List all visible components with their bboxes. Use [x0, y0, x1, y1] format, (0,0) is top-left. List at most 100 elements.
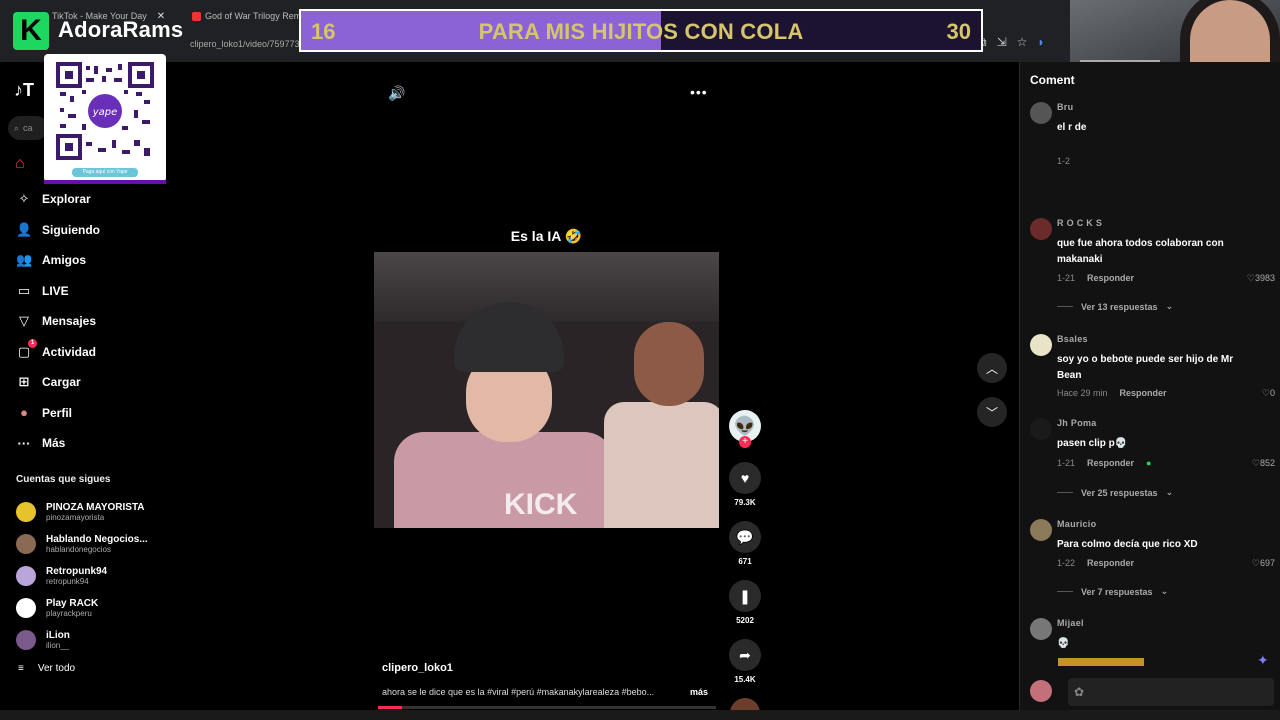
following-item[interactable]: Play RACK playrackperu	[16, 592, 148, 624]
home-icon[interactable]: ⌂	[15, 155, 33, 173]
tab-god-of-war[interactable]: God of War Trilogy Remak	[192, 6, 311, 26]
sidebar-item-explorar[interactable]: ✧ Explorar	[16, 184, 100, 215]
comment-user[interactable]: Bru	[1057, 102, 1073, 112]
comment-gif-thumbnail[interactable]	[1058, 658, 1144, 666]
sparkle-icon: ✦	[1257, 652, 1269, 668]
streamer-logo: K	[13, 12, 49, 50]
more-icon: ···	[17, 435, 31, 451]
video-player[interactable]: KICK	[374, 252, 719, 528]
comment-item: Mauricio Para colmo decía que rico XD 1-…	[1030, 519, 1275, 603]
reply-button[interactable]: Responder	[1087, 458, 1134, 468]
comment-user[interactable]: Mijael	[1057, 618, 1084, 628]
sidebar-item-label: Explorar	[42, 192, 91, 207]
sidebar-item-siguiendo[interactable]: 👤 Siguiendo	[16, 215, 100, 246]
comment-user[interactable]: Mauricio	[1057, 519, 1096, 529]
goal-target: 30	[946, 19, 971, 44]
next-video-button[interactable]: ﹀	[977, 397, 1007, 427]
reply-button[interactable]: Responder	[1087, 558, 1134, 568]
bookmark-star-icon[interactable]: ☆	[1017, 35, 1028, 50]
heart-icon: ♥	[740, 470, 750, 486]
more-options-icon[interactable]: •••	[690, 84, 708, 100]
avatar[interactable]	[1030, 218, 1052, 240]
video-person-right	[604, 312, 719, 528]
creator-avatar[interactable]: 👽 +	[729, 410, 761, 448]
comment-like-button[interactable]: ♡697	[1252, 558, 1275, 569]
comment-item: Bru el r de 1-2	[1030, 102, 1275, 166]
comment-item: Bsales soy yo o bebote puede ser hijo de…	[1030, 334, 1275, 404]
see-all-link[interactable]: ≡ Ver todo	[18, 663, 75, 674]
comment-item: Mijael 💀	[1030, 618, 1275, 658]
following-item[interactable]: PINOZA MAYORISTA pinozamayorista	[16, 496, 148, 528]
compass-icon: ✧	[18, 191, 30, 207]
comment-like-button[interactable]: ♡852	[1252, 458, 1275, 469]
address-bar[interactable]: clipero_loko1/video/759773	[190, 34, 310, 54]
comment-text: 💀	[1057, 638, 1070, 649]
comment-user[interactable]: Bsales	[1057, 334, 1088, 344]
avatar[interactable]	[1030, 618, 1052, 640]
printed-shirt	[604, 402, 719, 528]
video-author[interactable]: clipero_loko1	[382, 662, 453, 674]
comment-like-button[interactable]: ♡3983	[1247, 273, 1275, 284]
install-icon[interactable]: ⇲	[997, 35, 1007, 50]
sidebar-item-mensajes[interactable]: ▽ Mensajes	[16, 306, 100, 337]
view-replies-button[interactable]: Ver 25 respuestas ⌄	[1057, 487, 1173, 498]
profile-icon: ●	[20, 405, 28, 421]
previous-video-button[interactable]: ︿	[977, 353, 1007, 383]
comment-icon: 💬	[736, 528, 754, 545]
share-icon: ➦	[739, 646, 751, 663]
comment-user[interactable]: Jh Poma	[1057, 418, 1097, 428]
comment-item: R O C K S que fue ahora todos colaboran …	[1030, 218, 1275, 318]
bookmark-icon: ❚	[739, 587, 751, 604]
yape-brand-text: yape	[92, 107, 118, 118]
reply-button[interactable]: Responder	[1087, 273, 1134, 283]
tiktok-logo[interactable]: ♪T	[14, 80, 34, 101]
extension-icon[interactable]: ◗	[1037, 35, 1044, 50]
sidebar-item-label: Mensajes	[42, 314, 97, 329]
save-button[interactable]: ❚	[729, 580, 761, 612]
avatar[interactable]	[1030, 102, 1052, 124]
tiktok-note-icon: ♪	[14, 80, 23, 100]
sidebar-item-mas[interactable]: ··· Más	[16, 428, 100, 459]
chevron-down-icon: ⌄	[1165, 301, 1174, 311]
sidebar-item-perfil[interactable]: ● Perfil	[16, 398, 100, 429]
following-icon: 👤	[16, 221, 33, 237]
heart-outline-icon: ♡	[1261, 388, 1270, 398]
reply-button[interactable]: Responder	[1120, 388, 1167, 398]
sidebar-item-cargar[interactable]: ⊞ Cargar	[16, 367, 100, 398]
comment-date: 1-21	[1057, 273, 1076, 283]
following-item[interactable]: Hablando Negocios... hablandonegocios	[16, 528, 148, 560]
donation-goal-bar: 16 PARA MIS HIJITOS CON COLA 30	[299, 9, 983, 52]
comment-text: soy yo o bebote puede ser hijo de Mr Bea…	[1057, 354, 1234, 381]
search-input[interactable]: ⌕ ca	[8, 116, 48, 140]
comment-date: 1-21	[1057, 458, 1076, 468]
creator-liked-icon: ●	[1146, 458, 1152, 468]
share-count: 15.4K	[734, 675, 756, 684]
sidebar-item-label: LIVE	[42, 283, 69, 298]
sidebar-item-label: Más	[42, 436, 66, 451]
view-replies-button[interactable]: Ver 13 respuestas ⌄	[1057, 301, 1173, 312]
live-icon: ▭	[17, 282, 31, 298]
comment-like-button[interactable]: ♡0	[1262, 388, 1275, 399]
divider	[1057, 492, 1073, 493]
avatar[interactable]	[1030, 334, 1052, 356]
video-progress-bar[interactable]	[378, 706, 716, 709]
comment-user[interactable]: R O C K S	[1057, 218, 1102, 228]
sidebar-item-actividad[interactable]: ▢ 1 Actividad	[16, 337, 100, 368]
sidebar-item-amigos[interactable]: 👥 Amigos	[16, 245, 100, 276]
view-replies-button[interactable]: Ver 7 respuestas ⌄	[1057, 586, 1168, 597]
comment-input[interactable]: ✿	[1068, 678, 1274, 706]
following-item[interactable]: Retropunk94 retropunk94	[16, 560, 148, 592]
sidebar-item-live[interactable]: ▭ LIVE	[16, 276, 100, 307]
heart-outline-icon: ♡	[1251, 458, 1260, 468]
following-item[interactable]: iLion ilion__	[16, 624, 148, 656]
volume-icon[interactable]: 🔊	[388, 85, 405, 102]
streamer-name: AdoraRams	[58, 17, 184, 42]
description-more-button[interactable]: más	[690, 687, 708, 697]
brand-text: T	[23, 80, 34, 100]
comment-button[interactable]: 💬	[729, 521, 761, 553]
avatar[interactable]	[1030, 418, 1052, 440]
avatar[interactable]	[1030, 519, 1052, 541]
like-button[interactable]: ♥	[729, 462, 761, 494]
follow-plus-icon[interactable]: +	[739, 436, 751, 448]
share-button[interactable]: ➦	[729, 639, 761, 671]
